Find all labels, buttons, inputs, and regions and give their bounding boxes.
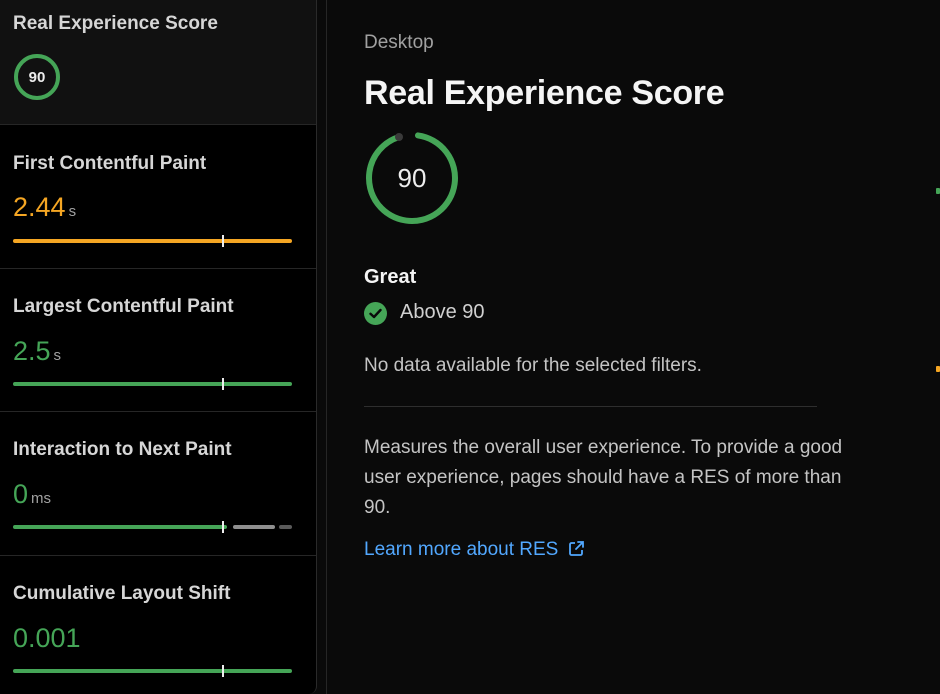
- metric-bar: [13, 235, 292, 247]
- metric-number: 0.001: [13, 623, 81, 653]
- metric-card-res[interactable]: Real Experience Score 90: [0, 0, 316, 125]
- score-ring-small: 90: [14, 54, 60, 100]
- threshold-text: Above 90: [400, 301, 485, 323]
- metric-title: Real Experience Score: [13, 13, 218, 34]
- metric-card-cls[interactable]: Cumulative Layout Shift 0.001: [0, 556, 316, 694]
- bar-segment-poor: [279, 525, 292, 529]
- bar-segment: [13, 382, 292, 386]
- metric-card-fcp[interactable]: First Contentful Paint 2.44 s: [0, 125, 316, 269]
- no-data-message: No data available for the selected filte…: [364, 355, 702, 376]
- bar-segment-good: [13, 525, 227, 529]
- metric-bar: [13, 521, 292, 533]
- metric-value: 2.44 s: [13, 192, 76, 223]
- metric-unit: s: [53, 347, 62, 364]
- learn-more-link[interactable]: Learn more about RES: [364, 539, 585, 561]
- description: Measures the overall user experience. To…: [364, 437, 843, 518]
- bar-marker: [222, 235, 224, 247]
- metric-unit: ms: [31, 490, 52, 507]
- metric-card-inp[interactable]: Interaction to Next Paint 0 ms: [0, 412, 316, 556]
- metric-title: Interaction to Next Paint: [13, 439, 232, 460]
- offscreen-fragment: [936, 188, 940, 194]
- learn-more-label: Learn more about RES: [364, 539, 559, 560]
- metric-value: 0.001: [13, 623, 81, 654]
- metric-title: Cumulative Layout Shift: [13, 583, 231, 604]
- metrics-sidebar: Real Experience Score 90 First Contentfu…: [0, 0, 317, 694]
- metric-card-lcp[interactable]: Largest Contentful Paint 2.5 s: [0, 269, 316, 412]
- page-title: Real Experience Score: [364, 74, 725, 112]
- detail-panel: Desktop Real Experience Score 90 Great A…: [327, 0, 940, 694]
- metric-number: 2.44: [13, 192, 66, 222]
- metric-title: Largest Contentful Paint: [13, 296, 234, 317]
- external-link-icon: [568, 541, 584, 556]
- device-label: Desktop: [364, 32, 434, 53]
- bar-segment: [13, 669, 292, 673]
- status-label: Great: [364, 266, 417, 288]
- metric-number: 2.5: [13, 336, 51, 366]
- bar-marker: [222, 521, 224, 533]
- bar-marker: [222, 665, 224, 677]
- metric-bar: [13, 378, 292, 390]
- check-circle-icon: [364, 302, 387, 325]
- bar-marker: [222, 378, 224, 390]
- metric-title: First Contentful Paint: [13, 153, 207, 174]
- score-value: 90: [398, 163, 427, 193]
- score-small: 90: [29, 69, 46, 86]
- metric-bar: [13, 665, 292, 677]
- metric-value: 0 ms: [13, 479, 51, 510]
- score-ring: 90: [366, 132, 458, 224]
- section-divider: [364, 406, 817, 407]
- metric-unit: s: [68, 203, 77, 220]
- offscreen-fragment: [936, 366, 940, 372]
- metric-value: 2.5 s: [13, 336, 61, 367]
- bar-segment: [13, 239, 292, 243]
- bar-segment-mid: [233, 525, 275, 529]
- metric-number: 0: [13, 479, 29, 509]
